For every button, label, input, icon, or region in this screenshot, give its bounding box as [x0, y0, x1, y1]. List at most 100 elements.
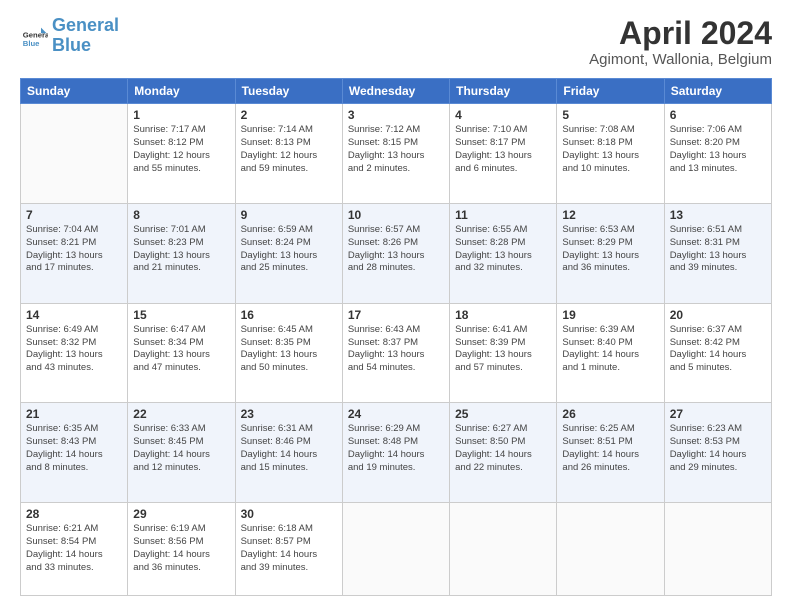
calendar-cell: [450, 503, 557, 596]
calendar-cell: [557, 503, 664, 596]
day-number: 18: [455, 308, 551, 322]
header: General Blue General Blue April 2024 Agi…: [20, 16, 772, 68]
calendar-cell: 12 Sunrise: 6:53 AM Sunset: 8:29 PM Dayli…: [557, 203, 664, 303]
day-number: 15: [133, 308, 229, 322]
calendar-header-sunday: Sunday: [21, 79, 128, 104]
calendar-cell: 18Sunrise: 6:41 AM Sunset: 8:39 PM Dayli…: [450, 303, 557, 403]
day-info: Sunrise: 7:12 AM Sunset: 8:15 PM Dayligh…: [348, 124, 444, 175]
day-number: 11: [455, 208, 551, 222]
title-block: April 2024 Agimont, Wallonia, Belgium: [589, 16, 772, 68]
calendar-cell: [21, 104, 128, 204]
logo-icon: General Blue: [20, 22, 48, 50]
calendar-cell: 21 Sunrise: 6:35 AM Sunset: 8:43 PM Dayli…: [21, 403, 128, 503]
calendar-cell: 10 Sunrise: 6:57 AM Sunset: 8:26 PM Dayli…: [342, 203, 449, 303]
day-info: Sunrise: 6:33 AM Sunset: 8:45 PM Dayligh…: [133, 423, 229, 474]
day-info: Sunrise: 6:25 AM Sunset: 8:51 PM Dayligh…: [562, 423, 658, 474]
day-number: 21: [26, 407, 122, 421]
day-info: Sunrise: 7:14 AM Sunset: 8:13 PM Dayligh…: [241, 124, 337, 175]
day-info: Sunrise: 6:37 AM Sunset: 8:42 PM Dayligh…: [670, 324, 766, 375]
day-number: 13: [670, 208, 766, 222]
day-info: Sunrise: 6:47 AM Sunset: 8:34 PM Dayligh…: [133, 324, 229, 375]
calendar-cell: 11 Sunrise: 6:55 AM Sunset: 8:28 PM Dayli…: [450, 203, 557, 303]
calendar-cell: 1 Sunrise: 7:17 AM Sunset: 8:12 PM Daylig…: [128, 104, 235, 204]
day-info: Sunrise: 6:45 AM Sunset: 8:35 PM Dayligh…: [241, 324, 337, 375]
logo-text: General Blue: [52, 16, 119, 56]
day-number: 4: [455, 108, 551, 122]
calendar-table: SundayMondayTuesdayWednesdayThursdayFrid…: [20, 78, 772, 596]
day-number: 10: [348, 208, 444, 222]
calendar-header-friday: Friday: [557, 79, 664, 104]
day-number: 16: [241, 308, 337, 322]
day-info: Sunrise: 6:27 AM Sunset: 8:50 PM Dayligh…: [455, 423, 551, 474]
day-number: 9: [241, 208, 337, 222]
day-info: Sunrise: 6:55 AM Sunset: 8:28 PM Dayligh…: [455, 224, 551, 275]
calendar-cell: 8 Sunrise: 7:01 AM Sunset: 8:23 PM Daylig…: [128, 203, 235, 303]
calendar-week-row: 21 Sunrise: 6:35 AM Sunset: 8:43 PM Dayli…: [21, 403, 772, 503]
day-info: Sunrise: 6:35 AM Sunset: 8:43 PM Dayligh…: [26, 423, 122, 474]
calendar-cell: 28 Sunrise: 6:21 AM Sunset: 8:54 PM Dayli…: [21, 503, 128, 596]
calendar-week-row: 1 Sunrise: 7:17 AM Sunset: 8:12 PM Daylig…: [21, 104, 772, 204]
calendar-cell: 23 Sunrise: 6:31 AM Sunset: 8:46 PM Dayli…: [235, 403, 342, 503]
day-number: 25: [455, 407, 551, 421]
calendar-week-row: 7Sunrise: 7:04 AM Sunset: 8:21 PM Daylig…: [21, 203, 772, 303]
logo-line2: Blue: [52, 35, 91, 55]
day-info: Sunrise: 7:08 AM Sunset: 8:18 PM Dayligh…: [562, 124, 658, 175]
calendar-cell: 3 Sunrise: 7:12 AM Sunset: 8:15 PM Daylig…: [342, 104, 449, 204]
day-info: Sunrise: 6:18 AM Sunset: 8:57 PM Dayligh…: [241, 523, 337, 574]
calendar-header-thursday: Thursday: [450, 79, 557, 104]
day-info: Sunrise: 6:49 AM Sunset: 8:32 PM Dayligh…: [26, 324, 122, 375]
calendar-cell: 4 Sunrise: 7:10 AM Sunset: 8:17 PM Daylig…: [450, 104, 557, 204]
logo: General Blue General Blue: [20, 16, 119, 56]
day-info: Sunrise: 6:29 AM Sunset: 8:48 PM Dayligh…: [348, 423, 444, 474]
calendar-cell: 5Sunrise: 7:08 AM Sunset: 8:18 PM Daylig…: [557, 104, 664, 204]
calendar-cell: 17 Sunrise: 6:43 AM Sunset: 8:37 PM Dayli…: [342, 303, 449, 403]
day-info: Sunrise: 6:53 AM Sunset: 8:29 PM Dayligh…: [562, 224, 658, 275]
calendar-header-monday: Monday: [128, 79, 235, 104]
main-title: April 2024: [589, 16, 772, 51]
calendar-cell: 13 Sunrise: 6:51 AM Sunset: 8:31 PM Dayli…: [664, 203, 771, 303]
day-number: 3: [348, 108, 444, 122]
day-number: 23: [241, 407, 337, 421]
day-info: Sunrise: 6:39 AM Sunset: 8:40 PM Dayligh…: [562, 324, 658, 375]
day-number: 27: [670, 407, 766, 421]
day-info: Sunrise: 6:19 AM Sunset: 8:56 PM Dayligh…: [133, 523, 229, 574]
calendar-cell: 27Sunrise: 6:23 AM Sunset: 8:53 PM Dayli…: [664, 403, 771, 503]
day-info: Sunrise: 7:10 AM Sunset: 8:17 PM Dayligh…: [455, 124, 551, 175]
day-info: Sunrise: 6:21 AM Sunset: 8:54 PM Dayligh…: [26, 523, 122, 574]
calendar-header-wednesday: Wednesday: [342, 79, 449, 104]
day-number: 2: [241, 108, 337, 122]
day-info: Sunrise: 6:43 AM Sunset: 8:37 PM Dayligh…: [348, 324, 444, 375]
page: General Blue General Blue April 2024 Agi…: [0, 0, 792, 612]
day-info: Sunrise: 7:04 AM Sunset: 8:21 PM Dayligh…: [26, 224, 122, 275]
day-info: Sunrise: 6:31 AM Sunset: 8:46 PM Dayligh…: [241, 423, 337, 474]
subtitle: Agimont, Wallonia, Belgium: [589, 51, 772, 68]
day-info: Sunrise: 7:17 AM Sunset: 8:12 PM Dayligh…: [133, 124, 229, 175]
calendar-header-tuesday: Tuesday: [235, 79, 342, 104]
day-info: Sunrise: 6:51 AM Sunset: 8:31 PM Dayligh…: [670, 224, 766, 275]
calendar-cell: 2 Sunrise: 7:14 AM Sunset: 8:13 PM Daylig…: [235, 104, 342, 204]
calendar-cell: 30Sunrise: 6:18 AM Sunset: 8:57 PM Dayli…: [235, 503, 342, 596]
calendar-cell: 6Sunrise: 7:06 AM Sunset: 8:20 PM Daylig…: [664, 104, 771, 204]
day-number: 1: [133, 108, 229, 122]
day-number: 17: [348, 308, 444, 322]
day-number: 28: [26, 507, 122, 521]
day-info: Sunrise: 6:57 AM Sunset: 8:26 PM Dayligh…: [348, 224, 444, 275]
day-number: 19: [562, 308, 658, 322]
calendar-cell: 16 Sunrise: 6:45 AM Sunset: 8:35 PM Dayli…: [235, 303, 342, 403]
day-number: 8: [133, 208, 229, 222]
calendar-cell: [664, 503, 771, 596]
day-number: 12: [562, 208, 658, 222]
day-number: 26: [562, 407, 658, 421]
calendar-cell: 24Sunrise: 6:29 AM Sunset: 8:48 PM Dayli…: [342, 403, 449, 503]
calendar-cell: 26 Sunrise: 6:25 AM Sunset: 8:51 PM Dayli…: [557, 403, 664, 503]
calendar-cell: [342, 503, 449, 596]
calendar-cell: 29Sunrise: 6:19 AM Sunset: 8:56 PM Dayli…: [128, 503, 235, 596]
calendar-cell: 7Sunrise: 7:04 AM Sunset: 8:21 PM Daylig…: [21, 203, 128, 303]
calendar-cell: 22 Sunrise: 6:33 AM Sunset: 8:45 PM Dayli…: [128, 403, 235, 503]
day-number: 6: [670, 108, 766, 122]
day-info: Sunrise: 6:59 AM Sunset: 8:24 PM Dayligh…: [241, 224, 337, 275]
calendar-cell: 9 Sunrise: 6:59 AM Sunset: 8:24 PM Daylig…: [235, 203, 342, 303]
calendar-cell: 15 Sunrise: 6:47 AM Sunset: 8:34 PM Dayli…: [128, 303, 235, 403]
day-info: Sunrise: 7:01 AM Sunset: 8:23 PM Dayligh…: [133, 224, 229, 275]
day-number: 22: [133, 407, 229, 421]
